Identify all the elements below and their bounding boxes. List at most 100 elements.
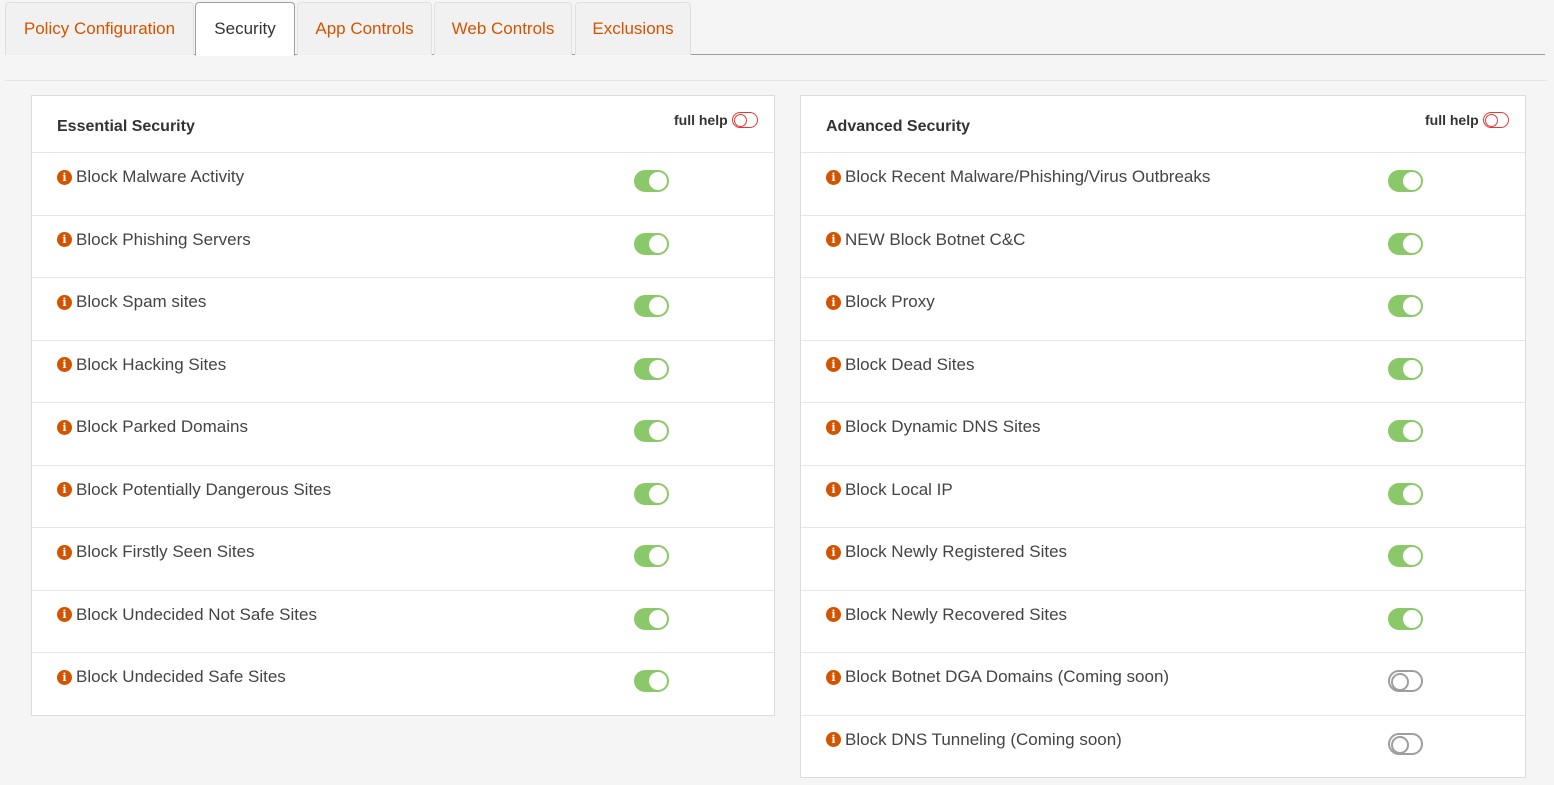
setting-label-text: Block Hacking Sites <box>76 354 227 374</box>
info-icon[interactable]: i <box>826 669 841 685</box>
info-icon[interactable]: i <box>57 357 72 372</box>
setting-label-text: Block Recent Malware/Phishing/Virus Outb… <box>845 167 1211 186</box>
toggle-switch-block-potentially-dangerous-sites[interactable] <box>634 482 669 505</box>
setting-label: i Block Undecided Not Safe Sites <box>57 605 317 625</box>
info-icon[interactable]: i <box>57 169 72 185</box>
toggle-switch-block-recent-malware-phishing-virus-outbreaks[interactable] <box>1388 170 1423 192</box>
setting-row-block-parked-domains: i Block Parked Domains <box>32 403 774 466</box>
tab-app-controls[interactable]: App Controls <box>297 2 432 55</box>
essential-full-help: full help <box>674 112 758 128</box>
essential-security-panel: Essential Security full help i Block Malw… <box>31 95 775 716</box>
setting-label-text: Block Phishing Servers <box>76 229 251 249</box>
setting-label-text: Block Botnet DGA Domains (Coming soon) <box>845 667 1170 686</box>
setting-label-text: Block Newly Recovered Sites <box>845 604 1068 624</box>
info-icon[interactable]: i <box>57 232 72 247</box>
setting-row-block-proxy: i Block Proxy <box>801 278 1525 341</box>
toggle-switch-block-firstly-seen-sites[interactable] <box>634 545 669 567</box>
setting-label: i Block Botnet DGA Domains (Coming soon) <box>826 667 1169 687</box>
full-help-toggle[interactable] <box>1482 112 1509 128</box>
tab-exclusions[interactable]: Exclusions <box>575 2 691 55</box>
setting-row-block-spam-sites: i Block Spam sites <box>32 278 774 341</box>
setting-label-text: Block Malware Activity <box>76 167 245 186</box>
setting-label: i Block Dynamic DNS Sites <box>826 417 1041 437</box>
info-icon[interactable]: i <box>57 482 72 497</box>
toggle-switch-block-parked-domains[interactable] <box>634 420 669 442</box>
setting-label-text: Block DNS Tunneling (Coming soon) <box>845 729 1122 749</box>
setting-label-text: Block Firstly Seen Sites <box>76 542 255 561</box>
setting-label-text: Block Undecided Not Safe Sites <box>76 604 317 624</box>
toggle-switch-block-dynamic-dns-sites[interactable] <box>1388 420 1423 442</box>
info-icon[interactable]: i <box>826 169 841 185</box>
toggle-switch-block-dns-tunneling-coming-soon[interactable] <box>1388 732 1423 755</box>
toggle-switch-block-phishing-servers[interactable] <box>634 232 669 255</box>
info-icon[interactable]: i <box>826 357 841 372</box>
info-icon[interactable]: i <box>826 732 841 747</box>
info-icon[interactable]: i <box>57 669 72 685</box>
setting-label: i Block DNS Tunneling (Coming soon) <box>826 730 1122 750</box>
info-icon[interactable]: i <box>826 544 841 560</box>
full-help-toggle[interactable] <box>731 112 758 128</box>
toggle-switch-block-newly-recovered-sites[interactable] <box>1388 607 1423 630</box>
info-icon[interactable]: i <box>826 232 841 247</box>
setting-row-block-dead-sites: i Block Dead Sites <box>801 341 1525 403</box>
setting-label: i NEW Block Botnet C&C <box>826 230 1025 250</box>
setting-row-block-phishing-servers: i Block Phishing Servers <box>32 216 774 278</box>
toggle-switch-block-botnet-dga-domains-coming-soon[interactable] <box>1388 670 1423 692</box>
setting-row-block-local-ip: i Block Local IP <box>801 466 1525 528</box>
advanced-full-help: full help <box>1425 112 1509 128</box>
setting-label: i Block Proxy <box>826 292 935 312</box>
setting-row-block-malware-activity: i Block Malware Activity <box>32 153 774 216</box>
toggle-switch-block-hacking-sites[interactable] <box>634 357 669 380</box>
info-icon[interactable]: i <box>826 482 841 497</box>
setting-row-block-hacking-sites: i Block Hacking Sites <box>32 341 774 403</box>
info-icon[interactable]: i <box>57 544 72 560</box>
tab-policy-configuration[interactable]: Policy Configuration <box>5 2 194 55</box>
setting-label-text: Block Parked Domains <box>76 417 248 436</box>
advanced-security-title: Advanced Security <box>826 118 971 135</box>
tab-web-controls[interactable]: Web Controls <box>434 2 572 55</box>
setting-label: i Block Firstly Seen Sites <box>57 542 255 562</box>
setting-label: i Block Newly Registered Sites <box>826 542 1067 562</box>
setting-label: i Block Phishing Servers <box>57 230 251 250</box>
toggle-switch-block-dead-sites[interactable] <box>1388 357 1423 380</box>
setting-label: i Block Potentially Dangerous Sites <box>57 480 331 500</box>
toggle-switch-block-local-ip[interactable] <box>1388 482 1423 505</box>
setting-row-block-potentially-dangerous-sites: i Block Potentially Dangerous Sites <box>32 466 774 528</box>
setting-label-text: Block Local IP <box>845 479 953 499</box>
essential-security-title: Essential Security <box>57 118 195 135</box>
toggle-switch-block-malware-activity[interactable] <box>634 170 669 192</box>
setting-row-new-block-botnet-c-c: i NEW Block Botnet C&C <box>801 216 1525 278</box>
toggle-switch-block-newly-registered-sites[interactable] <box>1388 545 1423 567</box>
info-icon[interactable]: i <box>826 419 841 435</box>
setting-label-text: Block Dynamic DNS Sites <box>845 417 1041 436</box>
setting-label-text: Block Spam sites <box>76 292 207 311</box>
setting-row-block-dynamic-dns-sites: i Block Dynamic DNS Sites <box>801 403 1525 466</box>
setting-label: i Block Spam sites <box>57 292 206 312</box>
setting-label: i Block Local IP <box>826 480 953 500</box>
setting-label-text: Block Dead Sites <box>845 354 975 374</box>
setting-label: i Block Dead Sites <box>826 355 974 375</box>
toggle-switch-block-proxy[interactable] <box>1388 295 1423 317</box>
setting-label: i Block Recent Malware/Phishing/Virus Out… <box>826 167 1210 187</box>
advanced-security-panel: Advanced Security full help i Block Recen… <box>800 95 1526 778</box>
info-icon[interactable]: i <box>57 294 72 310</box>
tab-security[interactable]: Security <box>195 2 295 56</box>
setting-label-text: Block Potentially Dangerous Sites <box>76 479 332 499</box>
setting-label: i Block Malware Activity <box>57 167 244 187</box>
info-icon[interactable]: i <box>826 294 841 310</box>
setting-label-text: Block Newly Registered Sites <box>845 542 1068 561</box>
setting-row-block-newly-registered-sites: i Block Newly Registered Sites <box>801 528 1525 591</box>
toggle-switch-block-undecided-safe-sites[interactable] <box>634 670 669 692</box>
setting-label-text: NEW Block Botnet C&C <box>845 229 1026 249</box>
toggle-switch-block-spam-sites[interactable] <box>634 295 669 317</box>
tab-bar: Policy Configuration Security App Contro… <box>5 2 1545 56</box>
toggle-switch-new-block-botnet-c-c[interactable] <box>1388 232 1423 255</box>
setting-label: i Block Parked Domains <box>57 417 248 437</box>
info-icon[interactable]: i <box>826 607 841 622</box>
full-help-label: full help <box>1425 112 1479 128</box>
info-icon[interactable]: i <box>57 607 72 622</box>
info-icon[interactable]: i <box>57 419 72 435</box>
setting-label: i Block Undecided Safe Sites <box>57 667 286 687</box>
setting-label: i Block Newly Recovered Sites <box>826 605 1067 625</box>
toggle-switch-block-undecided-not-safe-sites[interactable] <box>634 607 669 630</box>
